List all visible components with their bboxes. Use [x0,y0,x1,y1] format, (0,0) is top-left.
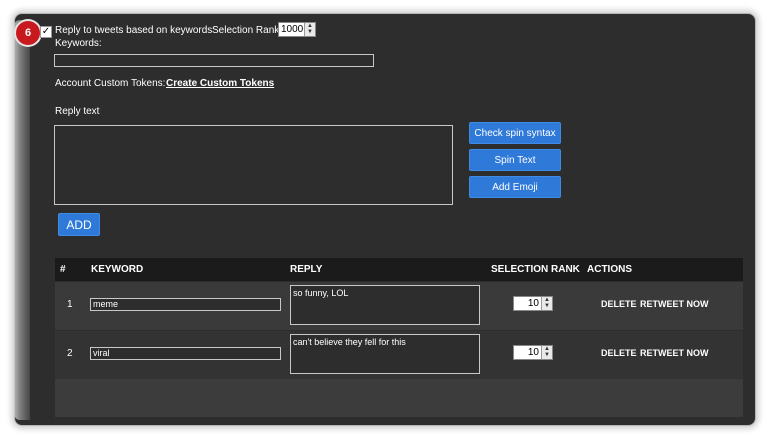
selection-rank-label: Selection Rank [212,25,280,36]
custom-tokens-label: Account Custom Tokens: [55,78,166,89]
stepper-arrows-icon[interactable]: ▲ ▼ [304,23,315,36]
create-custom-tokens-link[interactable]: Create Custom Tokens [166,78,274,89]
col-reply: REPLY [290,264,323,275]
table-row: 2 viral can't believe they fell for this… [55,331,743,379]
row-rank-stepper[interactable]: 10 ▲ ▼ [513,296,553,311]
row-number: 2 [67,348,73,359]
row-rank-stepper[interactable]: 10 ▲ ▼ [513,345,553,360]
col-keyword: KEYWORD [91,264,144,275]
col-number: # [60,264,66,275]
table-empty-area [55,379,743,417]
reply-input[interactable]: so funny, LOL [290,285,480,325]
stepper-arrows-icon[interactable]: ▲ ▼ [541,346,552,359]
step-badge: 6 [16,21,40,45]
keyword-input[interactable]: viral [90,347,281,360]
col-selection-rank: SELECTION RANK [491,264,580,275]
row-rank-value: 10 [527,347,539,358]
row-number: 1 [67,299,73,310]
reply-text-area[interactable] [54,125,453,205]
reply-text-label: Reply text [55,106,100,117]
stepper-arrows-icon[interactable]: ▲ ▼ [541,297,552,310]
add-emoji-button[interactable]: Add Emoji [469,176,561,198]
reply-keywords-checkbox[interactable]: ✓ [40,26,52,38]
left-edge-strip [14,20,30,420]
reply-keywords-label: Reply to tweets based on keywords [55,25,213,36]
retweet-now-button[interactable]: RETWEET NOW [640,348,709,358]
col-actions: ACTIONS [587,264,632,275]
reply-input[interactable]: can't believe they fell for this [290,334,480,374]
spin-text-button[interactable]: Spin Text [469,149,561,171]
selection-rank-value: 1000 [281,24,304,35]
check-spin-syntax-button[interactable]: Check spin syntax [469,122,561,144]
table-header: # KEYWORD REPLY SELECTION RANK ACTIONS [55,258,743,281]
keywords-input[interactable] [54,54,374,67]
add-button[interactable]: ADD [58,213,100,236]
retweet-now-button[interactable]: RETWEET NOW [640,299,709,309]
delete-button[interactable]: DELETE [601,299,637,309]
row-rank-value: 10 [527,298,539,309]
delete-button[interactable]: DELETE [601,348,637,358]
selection-rank-stepper[interactable]: 1000 ▲ ▼ [278,22,316,37]
table-row: 1 meme so funny, LOL 10 ▲ ▼ DELETE RETWEE… [55,282,743,330]
keywords-label: Keywords: [55,38,102,49]
keyword-input[interactable]: meme [90,298,281,311]
